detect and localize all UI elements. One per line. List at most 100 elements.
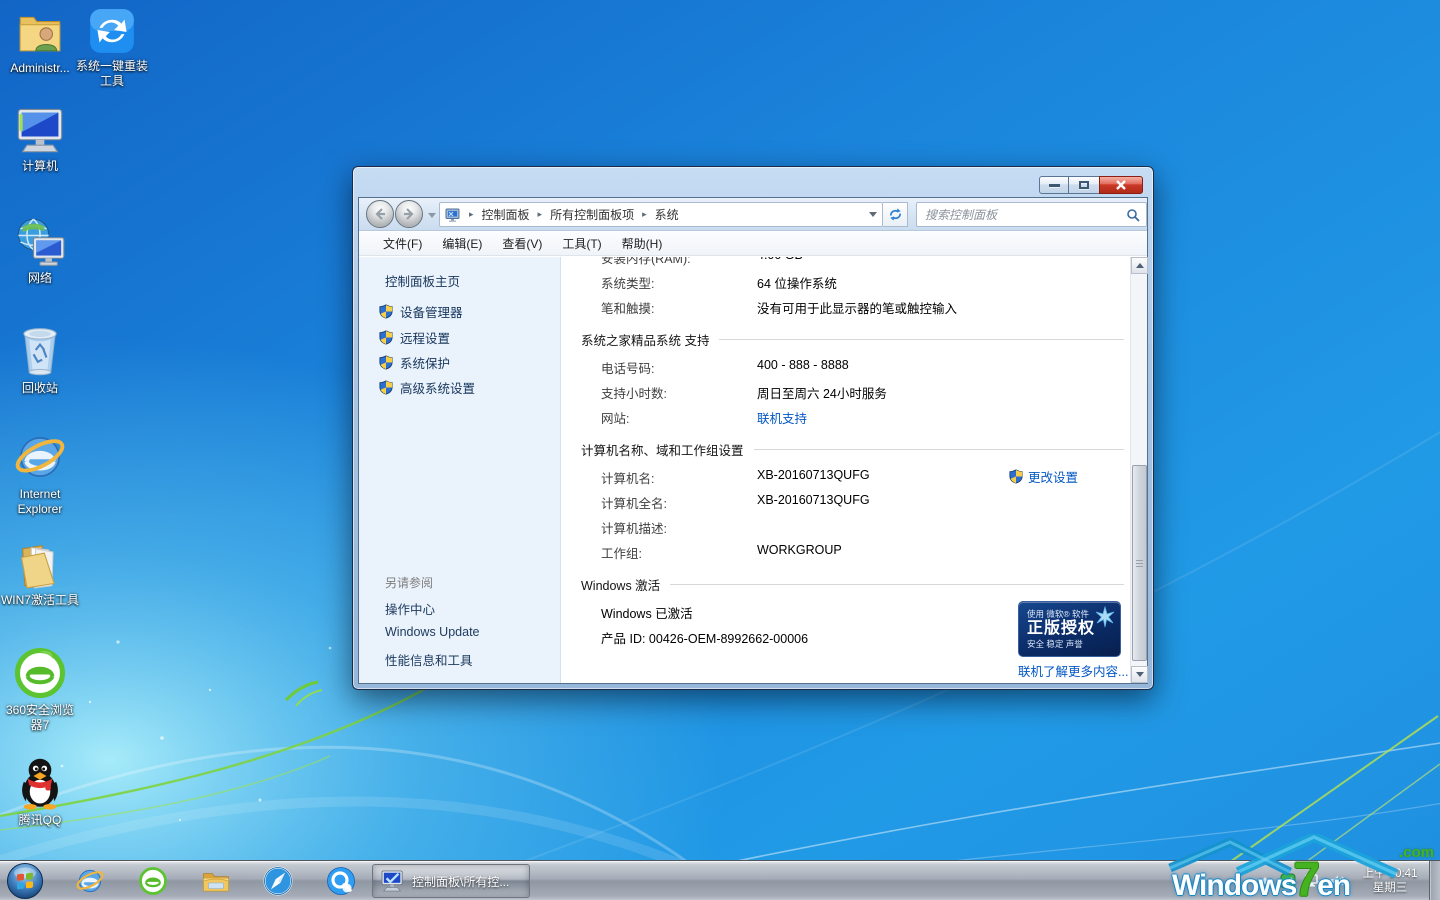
sidebar-item-advanced-settings[interactable]: 高级系统设置 <box>379 378 475 397</box>
back-arrow-icon <box>373 207 387 221</box>
genuine-software-badge[interactable]: 使用 微软® 软件 正版授权 安全 稳定 声誉 <box>1018 601 1121 657</box>
desktop-icon-network[interactable]: 网络 <box>0 216 80 286</box>
recycle-bin-icon <box>14 322 66 378</box>
row-label: 支持小时数: <box>601 383 757 399</box>
taskbar-explorer-folder[interactable] <box>200 865 232 897</box>
support-row-website: 网站: 联机支持 <box>601 408 1112 424</box>
scroll-up-button[interactable] <box>1131 257 1148 274</box>
scrollbar-thumb[interactable] <box>1132 465 1147 661</box>
forward-button[interactable] <box>395 200 423 228</box>
change-settings-link[interactable]: 更改设置 <box>1009 467 1078 486</box>
taskbar-active-window-button[interactable]: 控制面板\所有控... <box>372 864 530 898</box>
address-bar[interactable]: ▸ 控制面板 ▸ 所有控制面板项 ▸ 系统 <box>439 202 883 227</box>
desktop-icon-internet-explorer[interactable]: Internet Explorer <box>0 430 80 517</box>
taskbar-compass-browser[interactable] <box>262 865 294 897</box>
sidebar-item-remote-settings[interactable]: 远程设置 <box>379 328 450 347</box>
tray-clock[interactable]: 上午 10:41 星期三 <box>1354 867 1426 895</box>
desktop-icon-administrator[interactable]: Administr... <box>0 8 80 76</box>
menu-help[interactable]: 帮助(H) <box>612 232 673 255</box>
computer-row-full-name: 计算机全名: XB-20160713QUFG <box>601 493 1112 509</box>
support-row-phone: 电话号码: 400 - 888 - 8888 <box>601 358 1112 374</box>
desktop-icon-360-browser[interactable]: 360安全浏览器7 <box>0 646 80 733</box>
network-icon <box>14 216 66 268</box>
row-label: 计算机名: <box>601 468 757 484</box>
breadcrumb-all-items[interactable]: 所有控制面板项 <box>550 206 634 223</box>
sidebar-item-system-protection[interactable]: 系统保护 <box>379 353 450 372</box>
sidebar-item-action-center[interactable]: 操作中心 <box>385 599 435 618</box>
sidebar-item-label: 高级系统设置 <box>400 378 475 397</box>
search-box[interactable] <box>916 202 1147 227</box>
recent-pages-dropdown[interactable] <box>428 213 436 218</box>
hidden-icons-chevron[interactable] <box>1259 876 1271 886</box>
sidebar-item-device-manager[interactable]: 设备管理器 <box>379 302 463 321</box>
tray-volume-icon[interactable] <box>1330 874 1345 888</box>
show-desktop-button[interactable] <box>1429 861 1440 900</box>
360-browser-icon <box>13 646 67 700</box>
user-folder-icon <box>15 8 65 58</box>
sidebar-item-control-panel-home[interactable]: 控制面板主页 <box>385 271 460 290</box>
clock-date: 星期三 <box>1354 881 1426 895</box>
refresh-button[interactable] <box>883 202 908 227</box>
qq-penguin-icon <box>14 756 66 810</box>
tray-security-icon[interactable] <box>1280 873 1296 889</box>
sidebar-item-windows-update[interactable]: Windows Update <box>385 625 480 639</box>
navigation-bar: ▸ 控制面板 ▸ 所有控制面板项 ▸ 系统 <box>359 198 1147 231</box>
section-support: 系统之家精品系统 支持 <box>581 330 1112 348</box>
row-label: 电话号码: <box>601 358 757 374</box>
start-button[interactable] <box>6 862 44 900</box>
breadcrumb-separator: ▸ <box>469 209 474 220</box>
taskbar-internet-explorer[interactable] <box>74 865 106 897</box>
taskbar-button-label: 控制面板\所有控... <box>412 873 509 890</box>
qq-browser-icon <box>326 866 356 896</box>
desktop-icon-tencent-qq[interactable]: 腾讯QQ <box>0 756 80 828</box>
breadcrumb-control-panel[interactable]: 控制面板 <box>482 206 530 223</box>
online-support-link[interactable]: 联机支持 <box>757 408 807 424</box>
window-body: ▸ 控制面板 ▸ 所有控制面板项 ▸ 系统 <box>358 197 1148 684</box>
row-label: 安装内存(RAM): <box>601 257 757 264</box>
section-windows-activation: Windows 激活 <box>581 575 1112 593</box>
forward-arrow-icon <box>402 207 416 221</box>
menu-edit[interactable]: 编辑(E) <box>432 232 492 255</box>
desktop-icon-computer[interactable]: 计算机 <box>0 104 80 174</box>
section-title: Windows 激活 <box>581 575 660 594</box>
row-label: 网站: <box>601 408 757 424</box>
computer-icon <box>14 104 66 156</box>
search-input[interactable] <box>917 208 1126 222</box>
row-label: 工作组: <box>601 543 757 559</box>
system-info-panel: 安装内存(RAM): 4.00 GB 系统类型: 64 位操作系统 笔和触摸: … <box>561 257 1130 683</box>
tray-network-icon[interactable] <box>1305 874 1321 888</box>
menu-view[interactable]: 查看(V) <box>492 232 552 255</box>
taskbar-360-browser[interactable] <box>137 865 169 897</box>
close-button[interactable] <box>1099 176 1143 194</box>
vertical-scrollbar[interactable] <box>1130 257 1147 683</box>
back-button[interactable] <box>366 200 394 228</box>
learn-more-online-link[interactable]: 联机了解更多内容... <box>1018 661 1128 680</box>
desktop-icon-label: WIN7激活工具 <box>1 593 79 608</box>
row-label: 计算机全名: <box>601 493 757 509</box>
address-dropdown[interactable] <box>864 203 882 226</box>
scroll-down-button[interactable] <box>1131 666 1148 683</box>
breadcrumb-system[interactable]: 系统 <box>655 206 679 223</box>
badge-line-bottom: 安全 稳定 声誉 <box>1027 638 1112 650</box>
menu-bar: 文件(F) 编辑(E) 查看(V) 工具(T) 帮助(H) <box>359 232 1147 256</box>
swap-arrows-icon <box>87 6 137 56</box>
system-window: ▸ 控制面板 ▸ 所有控制面板项 ▸ 系统 <box>352 166 1154 690</box>
section-title: 计算机名称、域和工作组设置 <box>581 440 744 459</box>
maximize-button[interactable] <box>1069 176 1099 194</box>
uac-shield-icon <box>379 330 393 345</box>
sidebar-item-performance-tools[interactable]: 性能信息和工具 <box>385 650 473 669</box>
system-page-icon <box>445 207 461 223</box>
row-value: 周日至周六 24小时服务 <box>757 383 887 399</box>
support-row-hours: 支持小时数: 周日至周六 24小时服务 <box>601 383 1112 399</box>
desktop-icon-win7-activation-tool[interactable]: WIN7激活工具 <box>0 538 80 608</box>
computer-row-description: 计算机描述: <box>601 518 1112 534</box>
desktop-icon-reinstall-tool[interactable]: 系统一键重装工具 <box>72 6 152 89</box>
menu-file[interactable]: 文件(F) <box>373 232 432 255</box>
desktop-icon-recycle-bin[interactable]: 回收站 <box>0 322 80 396</box>
menu-tools[interactable]: 工具(T) <box>552 232 611 255</box>
taskbar-qq-browser[interactable] <box>325 865 357 897</box>
desktop-icon-label: 360安全浏览器7 <box>0 703 80 733</box>
folder-icon <box>201 866 231 896</box>
minimize-button[interactable] <box>1039 176 1069 194</box>
desktop-icon-label: 腾讯QQ <box>19 813 62 828</box>
